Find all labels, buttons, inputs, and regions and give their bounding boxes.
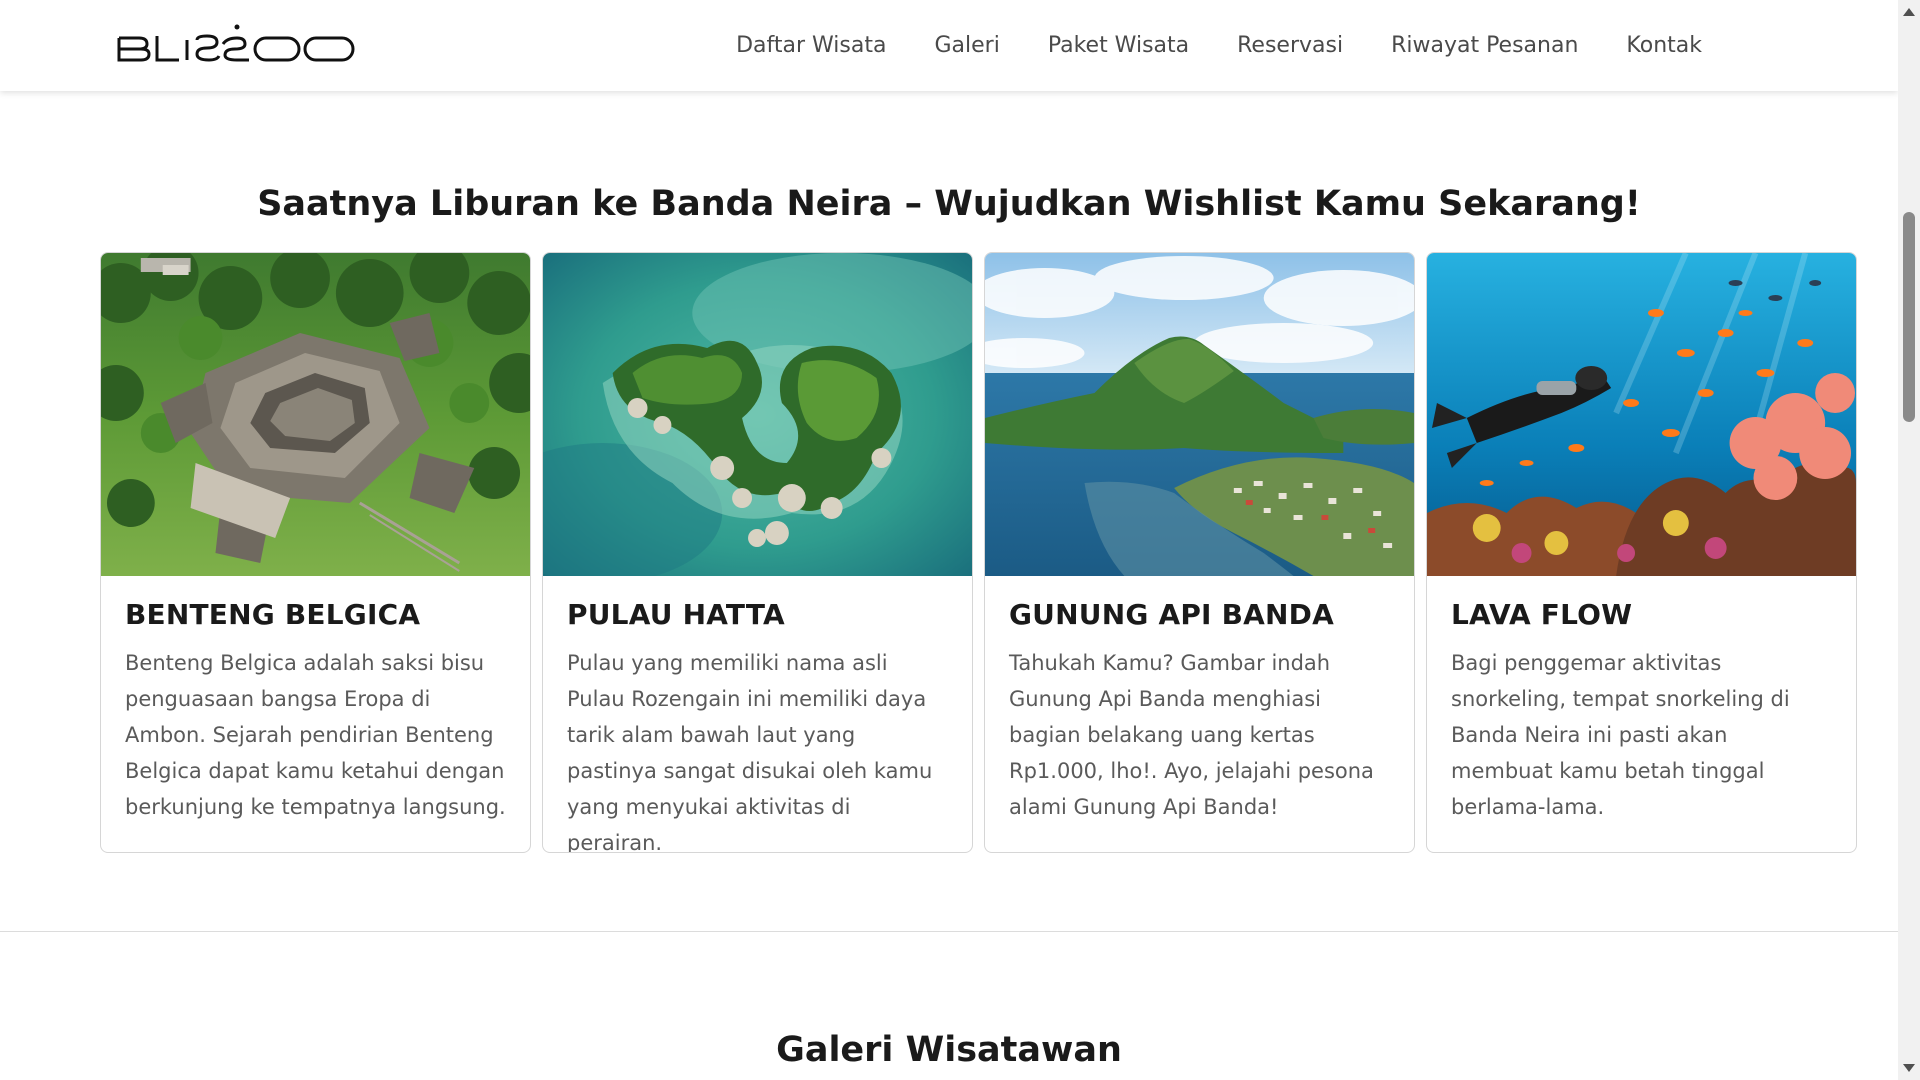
destination-card[interactable]: GUNUNG API BANDA Tahukah Kamu? Gambar in… (984, 252, 1415, 853)
card-title: LAVA FLOW (1451, 598, 1633, 631)
brand-logo[interactable] (117, 22, 357, 68)
scroll-down-icon[interactable] (1903, 1064, 1915, 1072)
destination-cards: BENTENG BELGICA Benteng Belgica adalah s… (100, 252, 1859, 853)
page-scrollbar[interactable] (1898, 0, 1920, 1080)
card-image-fort (101, 253, 530, 576)
nav-riwayat-pesanan[interactable]: Riwayat Pesanan (1367, 33, 1602, 58)
card-description: Benteng Belgica adalah saksi bisu pengua… (125, 651, 506, 819)
card-image-coral-reef (1427, 253, 1856, 576)
nav-reservasi[interactable]: Reservasi (1213, 33, 1367, 58)
card-title: BENTENG BELGICA (125, 598, 421, 631)
card-title: PULAU HATTA (567, 598, 785, 631)
nav-galeri[interactable]: Galeri (910, 33, 1023, 58)
gallery-section-title: Galeri Wisatawan (776, 1030, 1122, 1070)
section-divider (0, 931, 1898, 932)
card-description: Pulau yang memiliki nama asli Pulau Roze… (567, 651, 933, 853)
page: Daftar Wisata Galeri Paket Wisata Reserv… (0, 0, 1920, 1080)
scroll-thumb[interactable] (1903, 212, 1915, 422)
card-image-volcano (985, 253, 1414, 576)
destination-card[interactable]: BENTENG BELGICA Benteng Belgica adalah s… (100, 252, 531, 853)
scroll-up-icon[interactable] (1903, 8, 1915, 16)
top-navbar: Daftar Wisata Galeri Paket Wisata Reserv… (0, 0, 1898, 91)
logo-wordmark-icon (117, 24, 355, 62)
nav-paket-wisata[interactable]: Paket Wisata (1024, 33, 1213, 58)
card-description: Bagi penggemar aktivitas snorkeling, tem… (1451, 651, 1790, 819)
card-title: GUNUNG API BANDA (1009, 598, 1334, 631)
destination-card[interactable]: LAVA FLOW Bagi penggemar aktivitas snork… (1426, 252, 1857, 853)
nav-menu: Daftar Wisata Galeri Paket Wisata Reserv… (712, 0, 1726, 91)
card-image-island (543, 253, 972, 576)
nav-kontak[interactable]: Kontak (1602, 33, 1726, 58)
nav-daftar-wisata[interactable]: Daftar Wisata (712, 33, 910, 58)
destination-card[interactable]: PULAU HATTA Pulau yang memiliki nama asl… (542, 252, 973, 853)
card-description: Tahukah Kamu? Gambar indah Gunung Api Ba… (1009, 651, 1374, 819)
section-title: Saatnya Liburan ke Banda Neira – Wujudka… (257, 184, 1641, 224)
